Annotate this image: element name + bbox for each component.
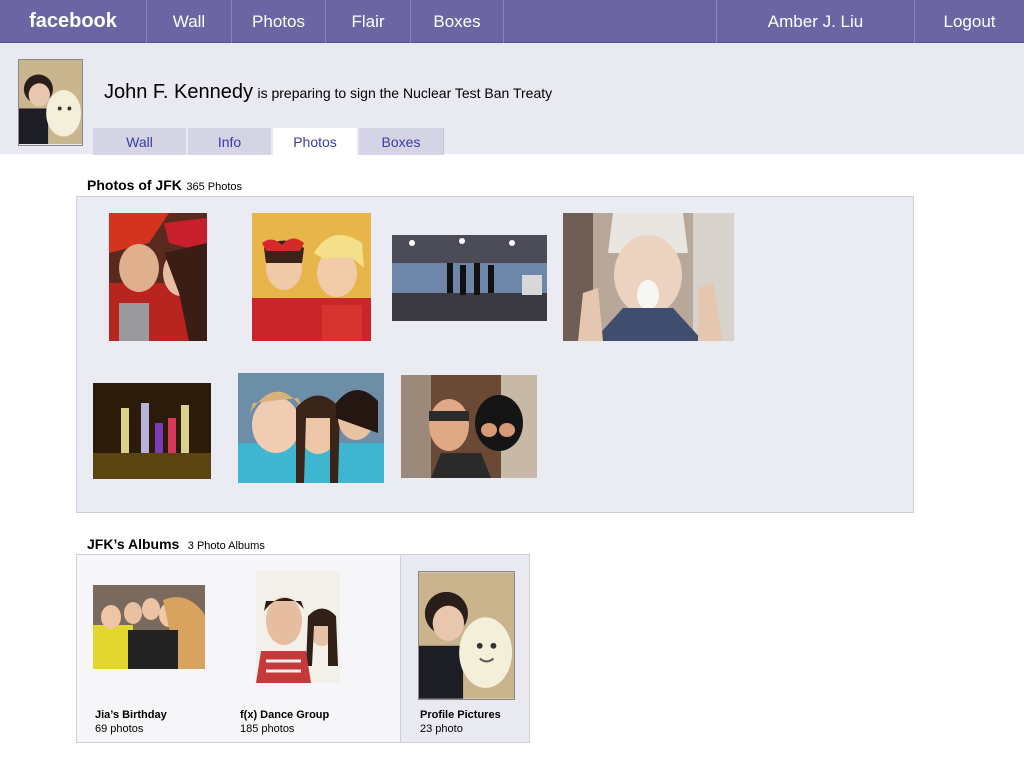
nav-flair-link[interactable]: Flair xyxy=(325,0,410,43)
albums-section-title: JFK’s Albums 3 Photo Albums xyxy=(87,536,265,554)
album-name-profile-pictures[interactable]: Profile Pictures xyxy=(420,709,501,721)
photo-icon xyxy=(401,375,537,478)
photo-icon xyxy=(109,213,207,341)
albums-title: JFK’s Albums xyxy=(87,536,180,552)
photo-thumbnail[interactable] xyxy=(238,373,384,483)
album-count-fx-dance-group: 185 photos xyxy=(240,723,295,735)
photo-icon xyxy=(238,373,384,483)
avatar-photo-icon xyxy=(19,60,82,145)
album-cover-fx-dance-group[interactable] xyxy=(256,571,340,683)
logout-button[interactable]: Logout xyxy=(914,0,1024,43)
photos-title: Photos of JFK xyxy=(87,177,182,193)
profile-header: John F. Kennedy is preparing to sign the… xyxy=(0,43,1024,155)
status-line: John F. Kennedy is preparing to sign the… xyxy=(104,81,552,104)
photo-thumbnail[interactable] xyxy=(401,375,537,478)
photos-count: 365 Photos xyxy=(186,181,242,193)
photo-icon xyxy=(563,213,734,341)
photo-thumbnail[interactable] xyxy=(93,383,211,479)
profile-avatar[interactable] xyxy=(18,59,83,146)
photo-thumbnail[interactable] xyxy=(392,235,547,321)
album-photo-icon xyxy=(93,585,205,669)
album-count-profile-pictures: 23 photo xyxy=(420,723,463,735)
tab-wall[interactable]: Wall xyxy=(93,128,188,155)
profile-name[interactable]: John F. Kennedy xyxy=(104,81,253,103)
album-count-jias-birthday: 69 photos xyxy=(95,723,144,735)
nav-user-profile-link[interactable]: Amber J. Liu xyxy=(716,0,914,43)
nav-wall-link[interactable]: Wall xyxy=(146,0,231,43)
album-cover-profile-pictures[interactable] xyxy=(418,571,515,700)
profile-tabs: Wall Info Photos Boxes xyxy=(93,128,444,155)
photo-thumbnail[interactable] xyxy=(563,213,734,341)
album-name-jias-birthday[interactable]: Jia’s Birthday xyxy=(95,709,167,721)
nav-boxes-link[interactable]: Boxes xyxy=(410,0,504,43)
photo-thumbnail[interactable] xyxy=(109,213,207,341)
facebook-logo[interactable]: facebook xyxy=(0,0,146,43)
albums-count: 3 Photo Albums xyxy=(187,540,265,552)
photos-section-title: Photos of JFK 365 Photos xyxy=(87,177,242,195)
photo-icon xyxy=(392,235,547,321)
album-cover-jias-birthday[interactable] xyxy=(93,585,205,669)
album-name-fx-dance-group[interactable]: f(x) Dance Group xyxy=(240,709,329,721)
status-text: is preparing to sign the Nuclear Test Ba… xyxy=(257,85,553,101)
photo-thumbnail[interactable] xyxy=(252,213,371,341)
album-photo-icon xyxy=(256,571,340,683)
photo-icon xyxy=(252,213,371,341)
tab-info[interactable]: Info xyxy=(188,128,273,155)
album-photo-icon xyxy=(419,572,514,699)
top-nav-bar: facebook Wall Photos Flair Boxes Amber J… xyxy=(0,0,1024,43)
tab-photos[interactable]: Photos xyxy=(273,128,359,155)
tab-boxes[interactable]: Boxes xyxy=(359,128,444,155)
photo-icon xyxy=(93,383,211,479)
nav-photos-link[interactable]: Photos xyxy=(231,0,325,43)
